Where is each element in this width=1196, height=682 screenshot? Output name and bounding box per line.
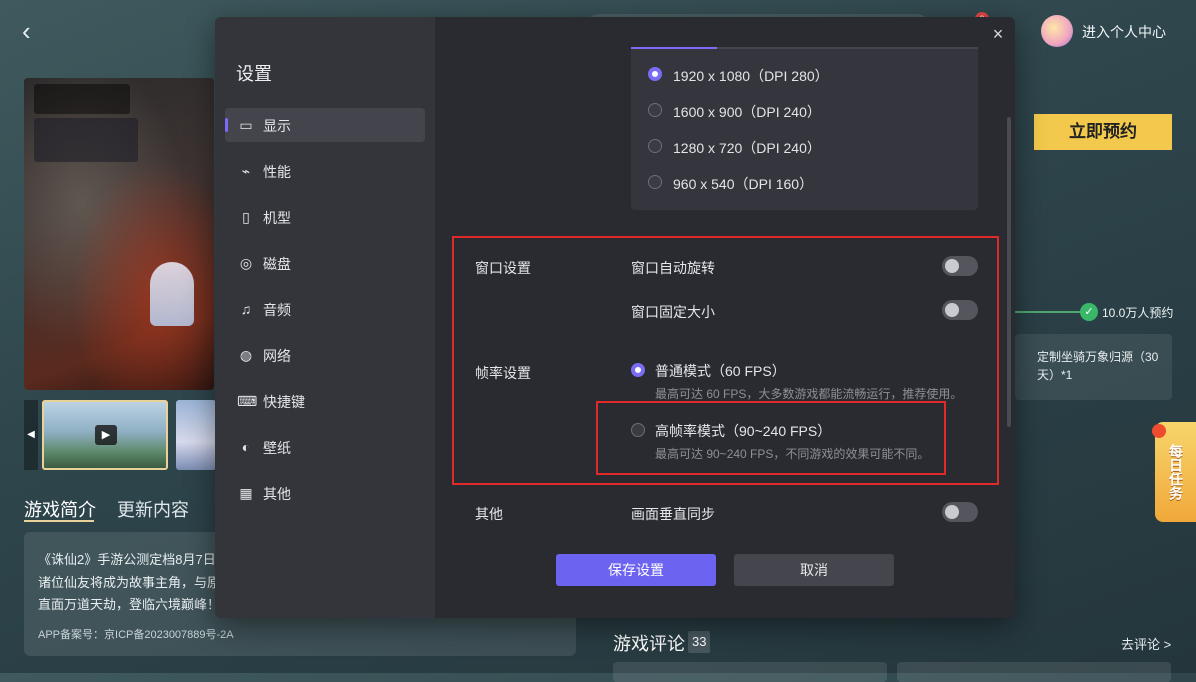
pulse-icon: ⌁ (237, 162, 255, 180)
avatar[interactable] (1041, 15, 1073, 47)
disk-icon: ◎ (237, 254, 255, 272)
palette-icon: ◐ (237, 438, 255, 456)
image-thumbnail[interactable] (176, 400, 216, 470)
nav-item-network[interactable]: ◍ 网络 (225, 338, 425, 372)
resolution-radio[interactable] (648, 139, 662, 153)
nav-item-audio[interactable]: ♫ 音频 (225, 292, 425, 326)
icp-record: APP备案号：京ICP备2023007889号-2A (38, 626, 234, 642)
resolution-option[interactable]: 1920 x 1080（DPI 280） (673, 66, 829, 86)
tab-update[interactable]: 更新内容 (117, 496, 189, 522)
reward-text: 定制坐骑万象归源（30天）*1 (1037, 348, 1167, 384)
review-title: 游戏评论 (613, 630, 685, 656)
game-character-decoration (150, 262, 194, 326)
game-hud-decoration (34, 84, 130, 114)
nav-item-label: 音频 (263, 300, 291, 320)
tab-intro[interactable]: 游戏简介 (24, 496, 96, 522)
go-review-link[interactable]: 去评论 > (1121, 634, 1171, 653)
play-icon[interactable]: ▶ (95, 425, 117, 445)
resolution-option[interactable]: 1280 x 720（DPI 240） (673, 138, 821, 158)
nav-item-label: 网络 (263, 346, 291, 366)
normal-mode-radio[interactable] (631, 363, 645, 377)
intro-text-line: 直面万道天劫，登临六境巅峰！首 (38, 594, 233, 613)
resolution-radio[interactable] (648, 103, 662, 117)
window-settings-label: 窗口设置 (475, 258, 531, 278)
high-fps-hint: 最高可达 90~240 FPS，不同游戏的效果可能不同。 (655, 445, 929, 462)
nav-item-display[interactable]: ▭ 显示 (225, 108, 425, 142)
reserve-count: 10.0万人预约 (1102, 304, 1173, 321)
reserve-progress-line (1015, 311, 1081, 313)
device-icon: ▯ (237, 208, 255, 226)
monitor-icon: ▭ (237, 116, 255, 134)
nav-item-label: 显示 (263, 116, 291, 136)
nav-active-indicator (225, 118, 228, 132)
vsync-toggle[interactable] (942, 502, 978, 522)
nav-item-label: 其他 (263, 484, 291, 504)
resolution-option[interactable]: 1600 x 900（DPI 240） (673, 102, 821, 122)
nav-item-label: 快捷键 (263, 392, 305, 412)
tab-active-underline (24, 520, 94, 522)
gamepad-icon: ♫ (237, 300, 255, 318)
close-icon[interactable]: × (989, 25, 1007, 43)
auto-rotate-label: 窗口自动旋转 (631, 258, 715, 278)
fixed-size-label: 窗口固定大小 (631, 302, 715, 322)
grid-icon: ▦ (237, 484, 255, 502)
settings-title: 设置 (236, 60, 272, 86)
nav-item-device[interactable]: ▯ 机型 (225, 200, 425, 234)
review-card[interactable] (897, 662, 1171, 682)
nav-item-label: 性能 (263, 162, 291, 182)
auto-rotate-toggle[interactable] (942, 256, 978, 276)
check-icon: ✓ (1080, 303, 1098, 321)
resolution-radio[interactable] (648, 67, 662, 81)
intro-text-line: 诸位仙友将成为故事主角，与原著 (38, 572, 233, 591)
high-fps-radio[interactable] (631, 423, 645, 437)
user-center-link[interactable]: 进入个人中心 (1082, 22, 1166, 42)
settings-scrollbar[interactable] (1007, 117, 1011, 427)
back-button[interactable]: ‹ (22, 18, 50, 46)
save-settings-button[interactable]: 保存设置 (556, 554, 716, 586)
nav-item-label: 壁纸 (263, 438, 291, 458)
nav-item-disk[interactable]: ◎ 磁盘 (225, 246, 425, 280)
vsync-label: 画面垂直同步 (631, 504, 715, 524)
thumbnail-prev-button[interactable]: ◀ (24, 400, 38, 470)
keyboard-icon: ⌨ (237, 392, 255, 410)
review-count: 33 (688, 631, 710, 653)
settings-footer (435, 537, 1015, 618)
review-card[interactable] (613, 662, 887, 682)
nav-item-wallpaper[interactable]: ◐ 壁纸 (225, 430, 425, 464)
high-fps-label[interactable]: 高帧率模式（90~240 FPS） (655, 421, 831, 441)
resolution-option[interactable]: 960 x 540（DPI 160） (673, 174, 813, 194)
settings-dialog: 设置 ▭ 显示 ⌁ 性能 ▯ 机型 ◎ 磁盘 ♫ 音频 ◍ 网络 ⌨ 快捷键 (215, 17, 1015, 618)
nav-item-label: 磁盘 (263, 254, 291, 274)
normal-mode-hint: 最高可达 60 FPS，大多数游戏都能流畅运行，推荐使用。 (655, 385, 962, 402)
globe-icon: ◍ (237, 346, 255, 364)
daily-task-dot (1152, 424, 1166, 438)
cancel-button[interactable]: 取消 (734, 554, 894, 586)
resolution-radio[interactable] (648, 175, 662, 189)
fixed-size-toggle[interactable] (942, 300, 978, 320)
normal-mode-label[interactable]: 普通模式（60 FPS） (655, 361, 786, 381)
nav-item-shortcuts[interactable]: ⌨ 快捷键 (225, 384, 425, 418)
resolution-tab-active (631, 47, 717, 49)
settings-sidebar: 设置 ▭ 显示 ⌁ 性能 ▯ 机型 ◎ 磁盘 ♫ 音频 ◍ 网络 ⌨ 快捷键 (215, 17, 435, 618)
game-dialog-decoration (34, 118, 138, 162)
other-settings-label: 其他 (475, 504, 503, 524)
nav-item-other[interactable]: ▦ 其他 (225, 476, 425, 510)
intro-text-line: 《诛仙2》手游公测定档8月7日， (38, 549, 229, 568)
nav-item-label: 机型 (263, 208, 291, 228)
nav-item-performance[interactable]: ⌁ 性能 (225, 154, 425, 188)
reserve-button[interactable]: 立即预约 (1034, 114, 1172, 150)
framerate-settings-label: 帧率设置 (475, 363, 531, 383)
resolution-tab-divider (717, 47, 978, 49)
